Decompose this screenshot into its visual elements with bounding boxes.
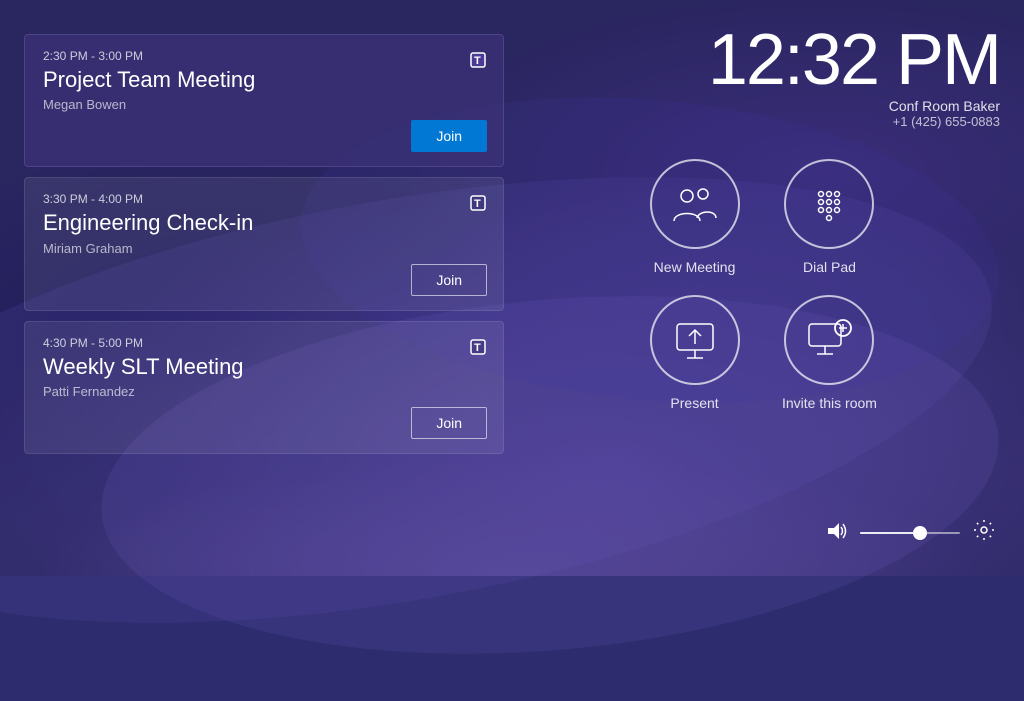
new-meeting-circle: [650, 159, 740, 249]
present-label: Present: [670, 395, 718, 411]
meeting-time-1: 2:30 PM - 3:00 PM: [43, 49, 487, 63]
dial-pad-circle: [784, 159, 874, 249]
teams-icon-3: T: [465, 336, 487, 363]
present-circle: [650, 295, 740, 385]
meeting-card-1: T 2:30 PM - 3:00 PM Project Team Meeting…: [24, 34, 504, 167]
meeting-time-3: 4:30 PM - 5:00 PM: [43, 336, 487, 350]
meeting-card-2: T 3:30 PM - 4:00 PM Engineering Check-in…: [24, 177, 504, 310]
svg-text:T: T: [474, 342, 481, 354]
actions-grid: New Meeting: [647, 159, 877, 411]
meeting-title-1: Project Team Meeting: [43, 67, 487, 93]
meeting-organizer-2: Miriam Graham: [43, 241, 487, 256]
join-button-1[interactable]: Join: [411, 120, 487, 152]
meeting-organizer-3: Patti Fernandez: [43, 384, 487, 399]
meeting-title-2: Engineering Check-in: [43, 210, 487, 236]
svg-text:T: T: [474, 55, 481, 67]
room-name: Conf Room Baker: [708, 98, 1000, 114]
dial-pad-button[interactable]: Dial Pad: [782, 159, 877, 275]
settings-icon[interactable]: [972, 518, 996, 548]
meeting-organizer-1: Megan Bowen: [43, 97, 487, 112]
teams-icon-1: T: [465, 49, 487, 76]
svg-text:T: T: [474, 198, 481, 210]
join-button-3[interactable]: Join: [411, 407, 487, 439]
new-meeting-label: New Meeting: [654, 259, 736, 275]
slider-thumb: [913, 526, 927, 540]
volume-icon: [826, 522, 848, 545]
right-panel: 12:32 PM Conf Room Baker +1 (425) 655-08…: [544, 24, 1000, 552]
invite-room-circle: [784, 295, 874, 385]
volume-slider[interactable]: [860, 532, 960, 534]
new-meeting-button[interactable]: New Meeting: [647, 159, 742, 275]
room-phone: +1 (425) 655-0883: [708, 114, 1000, 129]
invite-room-label: Invite this room: [782, 395, 877, 411]
slider-track: [860, 532, 960, 534]
dial-pad-label: Dial Pad: [803, 259, 856, 275]
join-button-2[interactable]: Join: [411, 264, 487, 296]
slider-fill: [860, 532, 920, 534]
meeting-time-2: 3:30 PM - 4:00 PM: [43, 192, 487, 206]
invite-room-button[interactable]: Invite this room: [782, 295, 877, 411]
bottom-controls: [544, 518, 1000, 552]
teams-icon-2: T: [465, 192, 487, 219]
present-button[interactable]: Present: [647, 295, 742, 411]
clock-display: 12:32 PM: [708, 24, 1000, 96]
meetings-panel: T 2:30 PM - 3:00 PM Project Team Meeting…: [24, 24, 504, 552]
meeting-title-3: Weekly SLT Meeting: [43, 354, 487, 380]
header-right: 12:32 PM Conf Room Baker +1 (425) 655-08…: [708, 24, 1000, 129]
meeting-card-3: T 4:30 PM - 5:00 PM Weekly SLT Meeting P…: [24, 321, 504, 454]
